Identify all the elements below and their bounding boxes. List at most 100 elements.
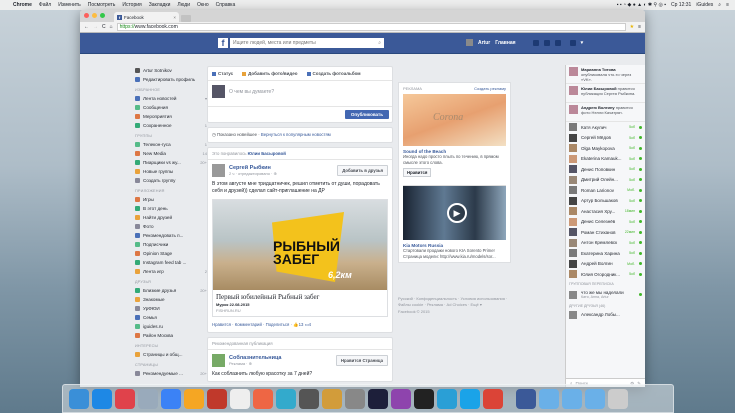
sidebar-item[interactable]: Instagram feed tab ... xyxy=(135,258,207,267)
play-icon[interactable]: ▶ xyxy=(447,203,467,223)
sidebar-item[interactable]: iguides.ru xyxy=(135,322,207,331)
avatar[interactable] xyxy=(212,164,225,177)
menu-view[interactable]: Посмотреть xyxy=(88,2,116,8)
sidebar-item[interactable]: Рекомендуемые ... 20+ xyxy=(135,369,207,378)
dock-app-icon[interactable] xyxy=(207,388,227,409)
sidebar-item[interactable]: Фото xyxy=(135,222,207,231)
dock-app-icon[interactable] xyxy=(276,388,296,409)
sidebar-item[interactable]: New Media 14 xyxy=(135,149,207,158)
sidebar-item-profile[interactable]: Редактировать профиль xyxy=(135,75,207,84)
chat-friend[interactable]: Сергей Мёдов 5об xyxy=(566,133,645,144)
dock-app-icon[interactable] xyxy=(322,388,342,409)
like-count[interactable]: 13 xyxy=(299,322,304,327)
close-tab-icon[interactable]: × xyxy=(173,15,176,20)
footer-links[interactable]: Русский · Конфиденциальность · Условия и… xyxy=(398,296,511,307)
sidebar-item[interactable]: Пиарщики vs жу... 20+ xyxy=(135,158,207,167)
dock-app-icon[interactable] xyxy=(115,388,135,409)
sidebar-item[interactable]: Сохраненное 1 xyxy=(135,121,207,130)
add-friend-button[interactable]: Добавить в друзья xyxy=(337,165,388,176)
menu-icon[interactable]: ≡ xyxy=(638,24,641,30)
chat-friend[interactable]: Юлия Огородник... 5об xyxy=(566,269,645,280)
dock-app-icon[interactable] xyxy=(539,388,559,409)
dock-app-icon[interactable] xyxy=(608,388,628,409)
ticker-item[interactable]: Юлии Басыровой нравится публикация Серге… xyxy=(566,84,645,103)
dock-app-icon[interactable] xyxy=(414,388,434,409)
sidebar-item[interactable]: Лента новостей ▾ xyxy=(135,94,207,103)
ad-like-button[interactable]: Нравится xyxy=(403,168,432,177)
bookmark-star-icon[interactable]: ★ xyxy=(630,24,634,30)
ad-image[interactable]: Corona xyxy=(403,94,506,146)
post-actions[interactable]: Нравится · Комментарий · Поделиться · 👍1… xyxy=(208,319,392,332)
menu-history[interactable]: История xyxy=(122,2,141,8)
tab-facebook[interactable]: f Facebook × xyxy=(114,12,179,22)
menu-people[interactable]: Люди xyxy=(177,2,190,8)
dock-app-icon[interactable] xyxy=(516,388,536,409)
sidebar-item[interactable]: УрФЮИ xyxy=(135,304,207,313)
chat-friend[interactable]: Ekaterina Kamauk... 5об xyxy=(566,154,645,165)
group-chat[interactable]: что же мы наделали Катя, Анна, Artur xyxy=(566,288,645,302)
facebook-logo[interactable]: f xyxy=(218,38,228,48)
zoom-window-button[interactable] xyxy=(100,13,105,18)
dock-app-icon[interactable] xyxy=(299,388,319,409)
dock-app-icon[interactable] xyxy=(253,388,273,409)
menu-file[interactable]: Файл xyxy=(39,2,51,8)
sidebar-item[interactable]: Телекон-гуса 1 xyxy=(135,140,207,149)
notifications-icon[interactable] xyxy=(554,39,561,46)
clock[interactable]: Ср 12:31 xyxy=(671,2,691,8)
friend-requests-icon[interactable] xyxy=(532,39,539,46)
popular-stories-link[interactable]: Вернуться к популярным новостям xyxy=(261,132,331,137)
avatar[interactable] xyxy=(466,39,473,46)
like-page-button[interactable]: Нравится Страница xyxy=(335,355,388,366)
dock-app-icon[interactable] xyxy=(138,388,158,409)
comment-count[interactable]: 4 xyxy=(309,322,311,327)
sidebar-item[interactable]: Близкие друзья 20+ xyxy=(135,286,207,295)
dock-app-icon[interactable] xyxy=(585,388,605,409)
sidebar-item[interactable]: Страницы и общ... xyxy=(135,350,207,359)
create-ad-link[interactable]: Создать рекламу xyxy=(474,86,506,91)
dock-app-icon[interactable] xyxy=(92,388,112,409)
chat-friend[interactable]: Антон Кремлевск 5об xyxy=(566,238,645,249)
avatar[interactable] xyxy=(212,354,225,367)
chat-friend[interactable]: Андрей Волгин Моб. xyxy=(566,259,645,270)
menu-help[interactable]: Справка xyxy=(216,2,236,8)
account-chevron-down-icon[interactable]: ▾ xyxy=(581,40,584,46)
sidebar-item[interactable]: Семья xyxy=(135,313,207,322)
chat-friend[interactable]: Roman Larionov Моб. xyxy=(566,185,645,196)
dock-app-icon[interactable] xyxy=(368,388,388,409)
status-input[interactable]: О чем вы думаете? xyxy=(208,81,392,107)
sidebar-item[interactable]: Мероприятия xyxy=(135,112,207,121)
search-icon[interactable]: ⌕ xyxy=(378,40,381,46)
minimize-window-button[interactable] xyxy=(92,13,97,18)
chat-friend[interactable]: Денис Поповкин 5об xyxy=(566,164,645,175)
reload-icon[interactable]: C xyxy=(102,24,106,30)
composer-tab-photo[interactable]: Добавить фото/видео xyxy=(242,71,298,76)
chat-friend[interactable]: Анастасия Хру... 18мин xyxy=(566,206,645,217)
spotlight-icon[interactable]: ⌕ xyxy=(718,2,721,8)
sidebar-item[interactable]: В этот день xyxy=(135,204,207,213)
home-link[interactable]: Главная xyxy=(495,40,515,46)
chat-friend[interactable]: Olga Maykopova 5об xyxy=(566,143,645,154)
sidebar-item[interactable]: Opinion Stage xyxy=(135,249,207,258)
ticker-item[interactable]: Андрею Волгину нравится фото Нелли Качат… xyxy=(566,103,645,122)
privacy-lock-icon[interactable] xyxy=(569,39,576,46)
composer-tab-status[interactable]: Статус xyxy=(212,71,233,76)
chat-friend[interactable]: Дмитрий Олейн... 5об xyxy=(566,175,645,186)
link-title[interactable]: Первый юбилейный Рыбный забег xyxy=(213,290,387,302)
dock-app-icon[interactable] xyxy=(460,388,480,409)
address-bar[interactable]: https://www.facebook.com xyxy=(116,23,626,31)
dock-app-icon[interactable] xyxy=(391,388,411,409)
composer-tab-album[interactable]: Создать фотоальбом xyxy=(306,71,361,76)
sidebar-item[interactable]: Подписчики xyxy=(135,240,207,249)
dock-app-icon[interactable] xyxy=(69,388,89,409)
sidebar-item-profile[interactable]: Artur Sotnikov xyxy=(135,66,207,75)
home-icon[interactable]: ⌂ xyxy=(110,24,113,30)
menu-window[interactable]: Окно xyxy=(197,2,209,8)
sidebar-item[interactable]: Создать группу xyxy=(135,176,207,185)
menu-user[interactable]: iGuides xyxy=(696,2,713,8)
dock-app-icon[interactable] xyxy=(230,388,250,409)
chat-friend[interactable]: Катя Акулич 5об xyxy=(566,122,645,133)
dock-app-icon[interactable] xyxy=(562,388,582,409)
search-input[interactable]: Ищите людей, места или предметы ⌕ xyxy=(230,38,384,48)
link-preview[interactable]: РЫБНЫЙ ЗАБЕГ 6,2км Первый юбилейный Рыбны… xyxy=(212,199,388,317)
chat-friend[interactable]: Екатерина Харина 5об xyxy=(566,248,645,259)
